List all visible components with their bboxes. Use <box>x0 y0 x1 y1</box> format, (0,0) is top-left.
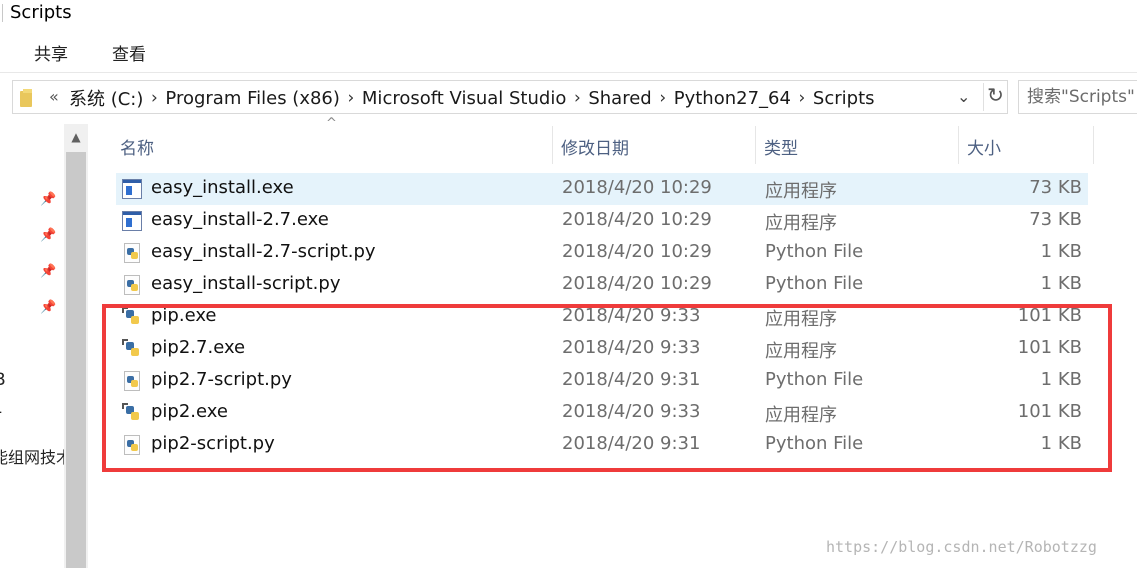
file-name: easy_install.exe <box>151 177 294 198</box>
file-row[interactable]: easy_install-script.py 2018/4/20 10:29 Pyt… <box>116 269 1088 301</box>
python-file-icon <box>122 275 142 295</box>
breadcrumb-item-visual-studio[interactable]: Microsoft Visual Studio <box>362 88 566 109</box>
window-title: Scripts <box>10 2 72 23</box>
file-type: Python File <box>765 273 864 294</box>
ribbon-tab-share[interactable]: 共享 <box>34 40 68 65</box>
file-size: 1 KB <box>1040 241 1082 262</box>
column-label-date: 修改日期 <box>561 139 629 159</box>
scroll-up-arrow-icon[interactable]: ▲ <box>64 124 88 150</box>
address-bar[interactable]: « 系统 (C:) › Program Files (x86) › Micros… <box>12 80 1008 114</box>
file-row[interactable]: easy_install-2.7.exe 2018/4/20 10:29 应用程序 7… <box>116 205 1088 237</box>
chevron-right-icon[interactable]: › <box>791 88 813 108</box>
column-header-name[interactable]: 名称 <box>116 120 552 168</box>
folder-icon <box>20 89 34 107</box>
exe-icon <box>122 179 142 199</box>
breadcrumb-item-python27[interactable]: Python27_64 <box>674 88 791 109</box>
chevron-right-icon[interactable]: › <box>143 88 165 108</box>
chevron-right-icon[interactable]: › <box>566 88 588 108</box>
refresh-icon[interactable]: ↻ <box>983 83 1007 111</box>
chevron-right-icon[interactable]: › <box>652 88 674 108</box>
title-bar: Scripts <box>0 0 1137 26</box>
nav-item-fragment[interactable]: 能组网技术 <box>0 444 72 468</box>
file-row[interactable]: easy_install.exe 2018/4/20 10:29 应用程序 73 KB <box>116 173 1088 205</box>
column-header-size[interactable]: 大小 <box>959 120 1093 168</box>
ribbon-tab-view[interactable]: 查看 <box>112 40 146 65</box>
pin-icon[interactable]: 📌 <box>40 300 56 316</box>
file-name: easy_install-script.py <box>151 273 341 294</box>
ribbon-divider <box>0 72 1137 73</box>
chevron-right-icon[interactable]: › <box>340 88 362 108</box>
file-type: Python File <box>765 241 864 262</box>
file-type: 应用程序 <box>765 181 837 202</box>
breadcrumb-item-drive[interactable]: 系统 (C:) <box>69 85 143 111</box>
column-header-date[interactable]: 修改日期 <box>553 120 755 168</box>
breadcrumb-item-shared[interactable]: Shared <box>588 88 651 109</box>
file-modified-date: 2018/4/20 10:29 <box>562 273 712 294</box>
pin-icon[interactable]: 📌 <box>40 228 56 244</box>
navigation-pane: 📌 📌 📌 📌 B - 能组网技术 <box>0 120 72 568</box>
search-input[interactable] <box>1027 85 1137 109</box>
file-size: 73 KB <box>1029 177 1082 198</box>
file-modified-date: 2018/4/20 10:29 <box>562 241 712 262</box>
file-size: 73 KB <box>1029 209 1082 230</box>
breadcrumb-overflow-button[interactable]: « <box>49 87 59 106</box>
column-header-type[interactable]: 类型 <box>756 120 958 168</box>
watermark: https://blog.csdn.net/Robotzzg <box>826 538 1097 556</box>
chevron-down-icon[interactable]: ⌄ <box>957 87 970 106</box>
breadcrumb-item-program-files[interactable]: Program Files (x86) <box>165 88 340 109</box>
file-row[interactable]: easy_install-2.7-script.py 2018/4/20 10:2… <box>116 237 1088 269</box>
search-box[interactable] <box>1018 80 1137 114</box>
file-name: easy_install-2.7-script.py <box>151 241 376 262</box>
file-name: easy_install-2.7.exe <box>151 209 329 230</box>
column-label-size: 大小 <box>967 139 1001 159</box>
nav-item-fragment[interactable]: B <box>0 370 6 390</box>
nav-scrollbar[interactable]: ▲ <box>64 124 88 568</box>
python-file-icon <box>122 243 142 263</box>
scrollbar-thumb[interactable] <box>66 152 86 568</box>
file-size: 1 KB <box>1040 273 1082 294</box>
file-modified-date: 2018/4/20 10:29 <box>562 177 712 198</box>
annotation-highlight-box <box>102 304 1112 472</box>
file-modified-date: 2018/4/20 10:29 <box>562 209 712 230</box>
breadcrumb-item-scripts[interactable]: Scripts <box>813 88 875 109</box>
column-label-name: 名称 <box>120 139 154 159</box>
breadcrumb: 系统 (C:) › Program Files (x86) › Microsof… <box>69 85 875 111</box>
pin-icon[interactable]: 📌 <box>40 264 56 280</box>
exe-icon <box>122 211 142 231</box>
column-label-type: 类型 <box>764 139 798 159</box>
nav-item-fragment[interactable]: - <box>0 402 2 422</box>
pin-icon[interactable]: 📌 <box>40 192 56 208</box>
title-bar-edge <box>2 4 3 22</box>
file-type: 应用程序 <box>765 213 837 234</box>
column-divider[interactable] <box>1093 126 1094 164</box>
ribbon-tabs: 共享 查看 <box>0 40 1137 68</box>
